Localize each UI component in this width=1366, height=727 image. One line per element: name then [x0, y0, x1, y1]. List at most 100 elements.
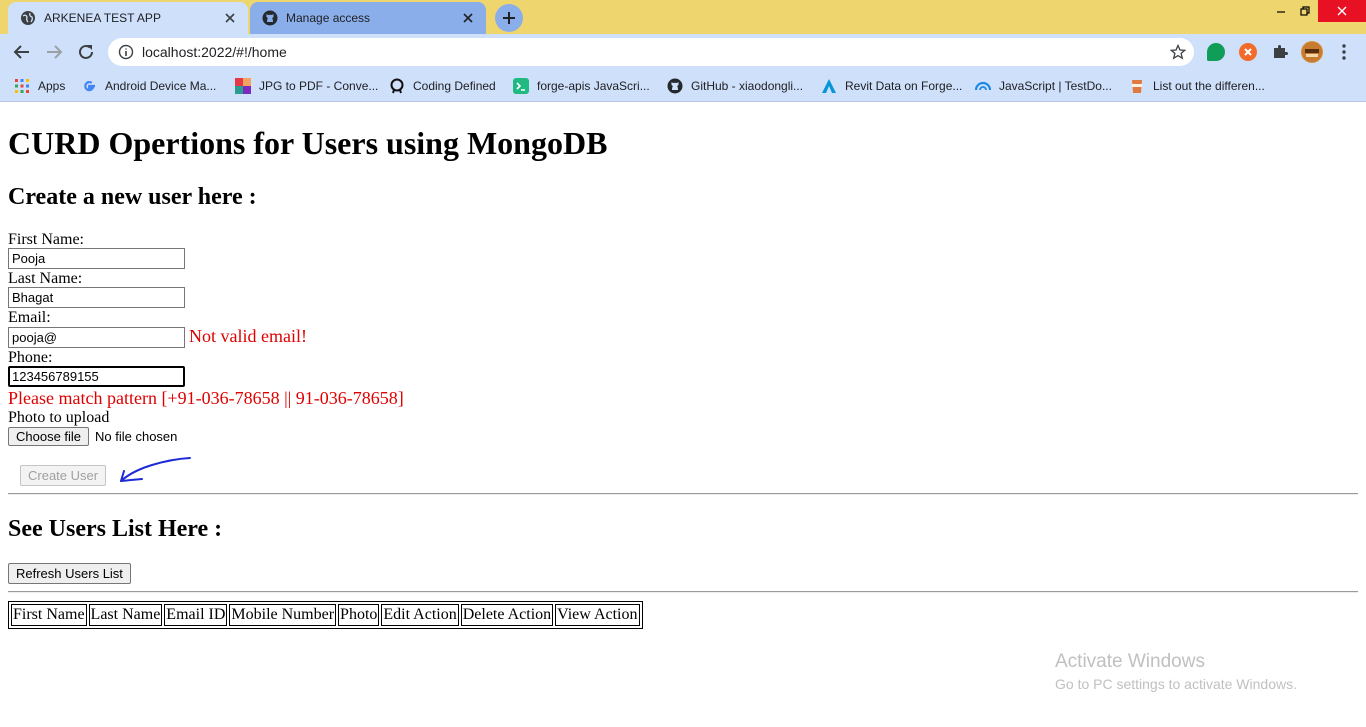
cup-icon [1132, 80, 1142, 93]
create-user-button[interactable]: Create User [20, 465, 107, 486]
users-list-heading: See Users List Here : [8, 516, 223, 542]
profile-avatar[interactable] [1301, 41, 1323, 63]
vertical-dots-icon [1342, 44, 1346, 60]
phone-field[interactable] [8, 366, 185, 387]
watermark-subtitle: Go to PC settings to activate Windows. [1055, 676, 1297, 692]
bookmark-label: Android Device Ma... [105, 79, 217, 93]
coding-defined-icon [390, 78, 404, 94]
column-header-view-action: View Action [555, 604, 640, 626]
tab-arkenea-test-app[interactable]: ARKENEA TEST APP [8, 2, 248, 34]
green-extension-icon[interactable] [1207, 43, 1225, 61]
tab-manage-access[interactable]: Manage access [250, 2, 486, 34]
extensions-puzzle-icon[interactable] [1271, 43, 1289, 61]
bookmark-label: JavaScript | TestDo... [999, 79, 1112, 93]
column-header-first-name: First Name [11, 604, 87, 626]
back-button[interactable] [12, 42, 32, 62]
bookmark-apps[interactable]: Apps [14, 76, 65, 96]
browser-tab-strip: ARKENEA TEST APP Manage access [0, 0, 1366, 34]
bookmark-revit-data[interactable]: Revit Data on Forge... [821, 76, 962, 96]
restore-icon [1300, 6, 1310, 16]
create-user-heading: Create a new user here : [8, 184, 257, 210]
terminal-icon [513, 78, 529, 94]
forward-button[interactable] [44, 42, 64, 62]
tab-title: Manage access [286, 11, 371, 25]
minimize-icon [1277, 11, 1285, 13]
photo-upload-label: Photo to upload [8, 409, 110, 426]
bookmark-forge-apis[interactable]: forge-apis JavaScri... [513, 76, 650, 96]
close-tab-icon[interactable] [222, 10, 238, 26]
restore-window-button[interactable] [1292, 0, 1318, 22]
tab-title: ARKENEA TEST APP [44, 11, 161, 25]
bookmark-github-xiaodongli[interactable]: GitHub - xiaodongli... [667, 76, 803, 96]
file-status-text: No file chosen [95, 429, 178, 444]
watermark-title: Activate Windows [1055, 651, 1205, 672]
phone-error-message: Please match pattern [+91-036-78658 || 9… [8, 388, 404, 408]
globe-icon [21, 11, 35, 25]
testdome-icon [975, 81, 991, 91]
email-label: Email: [8, 309, 51, 326]
choose-file-button[interactable]: Choose file [8, 427, 90, 446]
new-tab-button[interactable] [495, 4, 523, 32]
table-header-row: First Name Last Name Email ID Mobile Num… [11, 604, 640, 626]
close-window-button[interactable] [1318, 0, 1366, 22]
bookmark-star-icon[interactable] [1170, 44, 1186, 60]
refresh-users-button[interactable]: Refresh Users List [8, 563, 131, 584]
page-content: CURD Opertions for Users using MongoDB C… [0, 103, 1366, 727]
column-header-mobile-number: Mobile Number [229, 604, 337, 626]
divider [8, 591, 1358, 593]
bookmark-label: Coding Defined [413, 79, 496, 93]
first-name-field[interactable] [8, 248, 185, 269]
email-field[interactable] [8, 327, 185, 348]
column-header-photo: Photo [338, 604, 380, 626]
bookmark-label: GitHub - xiaodongli... [691, 79, 804, 93]
first-name-label: First Name: [8, 231, 84, 248]
divider [8, 493, 1358, 495]
reload-icon [79, 44, 93, 59]
close-tab-icon[interactable] [460, 10, 476, 26]
github-icon [262, 10, 278, 26]
bookmark-coding-defined[interactable]: Coding Defined [389, 76, 496, 96]
back-arrow-icon [13, 45, 29, 59]
users-table: First Name Last Name Email ID Mobile Num… [8, 601, 643, 629]
browser-menu-button[interactable] [1334, 42, 1354, 62]
email-error-message: Not valid email! [189, 326, 307, 346]
bookmark-label: Apps [38, 79, 66, 93]
phone-label: Phone: [8, 349, 53, 366]
bookmark-label: JPG to PDF - Conve... [259, 79, 379, 93]
bookmark-label: forge-apis JavaScri... [537, 79, 650, 93]
column-header-last-name: Last Name [88, 604, 163, 626]
page-title: CURD Opertions for Users using MongoDB [8, 125, 608, 161]
bookmark-android-device[interactable]: Android Device Ma... [81, 76, 216, 96]
browser-toolbar: localhost:2022/#!/home [0, 34, 1366, 70]
address-bar[interactable]: localhost:2022/#!/home [108, 38, 1194, 66]
close-icon [1337, 6, 1347, 16]
apps-grid-icon [15, 79, 29, 93]
column-header-email-id: Email ID [164, 604, 228, 626]
bookmarks-bar: Apps Android Device Ma... JPG to PDF - C… [0, 70, 1366, 102]
github-icon [667, 78, 683, 94]
url-text[interactable]: localhost:2022/#!/home [142, 44, 287, 60]
reload-button[interactable] [76, 42, 96, 62]
hand-drawn-arrow-icon [120, 457, 191, 482]
google-icon [84, 81, 95, 92]
bookmark-jpg-to-pdf[interactable]: JPG to PDF - Conve... [235, 76, 378, 96]
minimize-window-button[interactable] [1268, 0, 1294, 22]
info-icon[interactable] [118, 44, 134, 60]
cross-mark-icon [1244, 48, 1252, 56]
bookmark-label: List out the differen... [1153, 79, 1265, 93]
forward-arrow-icon [47, 45, 63, 59]
last-name-label: Last Name: [8, 270, 83, 287]
bookmark-javascript-testdome[interactable]: JavaScript | TestDo... [975, 76, 1112, 96]
bookmark-label: Revit Data on Forge... [845, 79, 963, 93]
activate-windows-watermark: Activate Windows Go to PC settings to ac… [1055, 651, 1297, 693]
bookmark-list-out-differences[interactable]: List out the differen... [1129, 76, 1265, 96]
jpg-to-pdf-icon [235, 78, 251, 94]
avatar-icon [1302, 42, 1322, 62]
column-header-edit-action: Edit Action [381, 604, 459, 626]
plus-icon [503, 12, 515, 24]
column-header-delete-action: Delete Action [460, 604, 554, 626]
last-name-field[interactable] [8, 287, 185, 308]
puzzle-icon [1274, 45, 1288, 58]
autodesk-icon [822, 79, 836, 93]
orange-extension-icon[interactable] [1239, 43, 1257, 61]
